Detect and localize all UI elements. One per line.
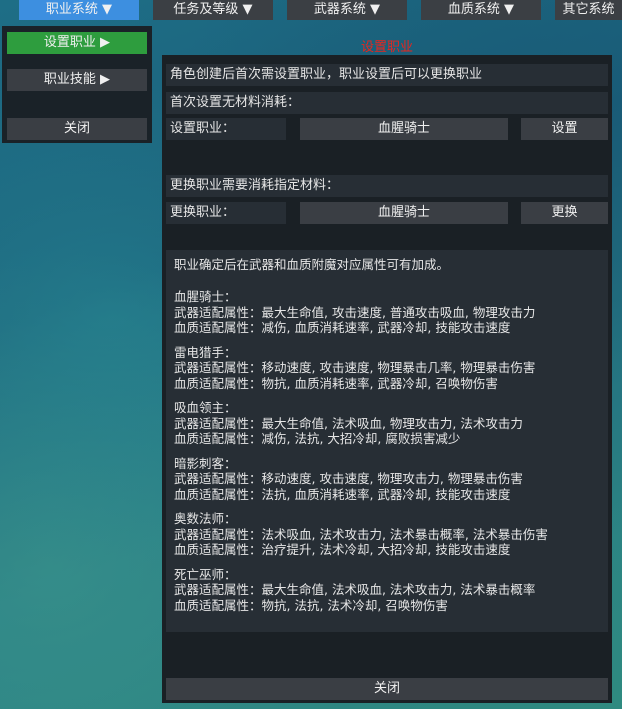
set-career-select[interactable]: 血腥骑士 <box>300 118 508 140</box>
class-weapon-attrs: 武器适配属性：最大生命值, 法术吸血, 物理攻击力, 法术攻击力 <box>174 415 523 431</box>
menu-other-system[interactable]: 其它系统 <box>555 0 622 20</box>
career-dropdown-menu: 设置职业 ▶ 职业技能 ▶ 关闭 <box>2 26 152 143</box>
first-set-note: 首次设置无材料消耗： <box>166 92 608 114</box>
set-career-panel: 角色创建后首次需设置职业，职业设置后可以更换职业 首次设置无材料消耗： 设置职业… <box>162 55 612 703</box>
change-career-select[interactable]: 血腥骑士 <box>300 202 508 224</box>
class-name: 死亡巫师： <box>174 566 237 582</box>
menu-quest-level[interactable]: 任务及等级 ▼ <box>153 0 273 20</box>
class-name: 血腥骑士： <box>174 289 237 304</box>
change-career-label: 更换职业： <box>166 202 286 224</box>
change-career-note: 更换职业需要消耗指定材料： <box>166 175 608 197</box>
class-blood-attrs: 血质适配属性：减伤, 法抗, 大招冷却, 腐败损害减少 <box>174 431 461 446</box>
class-entry: 吸血领主： 武器适配属性：最大生命值, 法术吸血, 物理攻击力, 法术攻击力 血… <box>174 400 600 447</box>
class-weapon-attrs: 武器适配属性：最大生命值, 法术吸血, 法术攻击力, 法术暴击概率 <box>174 582 536 597</box>
class-name: 暗影刺客： <box>174 455 237 471</box>
close-menu-button[interactable]: 关闭 <box>7 118 147 140</box>
class-blood-attrs: 血质适配属性：治疗提升, 法术冷却, 大招冷却, 技能攻击速度 <box>174 542 511 557</box>
class-name: 奥数法师： <box>174 511 237 526</box>
class-name: 雷电猎手： <box>174 344 237 360</box>
class-blood-attrs: 血质适配属性：减伤, 血质消耗速率, 武器冷却, 技能攻击速度 <box>174 320 511 335</box>
menu-blood-system[interactable]: 血质系统 ▼ <box>421 0 541 20</box>
career-skill-menu-item[interactable]: 职业技能 ▶ <box>7 69 147 91</box>
top-menu-bar: 职业系统 ▼ 任务及等级 ▼ 武器系统 ▼ 血质系统 ▼ 其它系统 <box>0 0 622 20</box>
class-blood-attrs: 血质适配属性：物抗, 血质消耗速率, 武器冷却, 召唤物伤害 <box>174 375 498 391</box>
class-entry: 血腥骑士： 武器适配属性：最大生命值, 攻击速度, 普通攻击吸血, 物理攻击力 … <box>174 289 600 336</box>
class-weapon-attrs: 武器适配属性：法术吸血, 法术攻击力, 法术暴击概率, 法术暴击伤害 <box>174 526 548 542</box>
class-weapon-attrs: 武器适配属性：移动速度, 攻击速度, 物理暴击几率, 物理暴击伤害 <box>174 360 536 375</box>
class-weapon-attrs: 武器适配属性：最大生命值, 攻击速度, 普通攻击吸血, 物理攻击力 <box>174 304 536 320</box>
menu-career-system[interactable]: 职业系统 ▼ <box>19 0 139 20</box>
set-button[interactable]: 设置 <box>521 118 608 140</box>
class-entry: 奥数法师： 武器适配属性：法术吸血, 法术攻击力, 法术暴击概率, 法术暴击伤害… <box>174 511 600 558</box>
class-entry: 死亡巫师： 武器适配属性：最大生命值, 法术吸血, 法术攻击力, 法术暴击概率 … <box>174 567 600 614</box>
info-intro: 职业确定后在武器和血质附魔对应属性可有加成。 <box>174 257 450 272</box>
panel-close-button[interactable]: 关闭 <box>166 678 608 700</box>
class-weapon-attrs: 武器适配属性：移动速度, 攻击速度, 物理攻击力, 物理暴击伤害 <box>174 471 523 486</box>
class-name: 吸血领主： <box>174 400 237 415</box>
description-text: 角色创建后首次需设置职业，职业设置后可以更换职业 <box>166 64 608 86</box>
set-career-label: 设置职业： <box>166 118 286 140</box>
career-info-box: 职业确定后在武器和血质附魔对应属性可有加成。 血腥骑士： 武器适配属性：最大生命… <box>166 250 608 632</box>
panel-title: 设置职业 <box>360 40 413 55</box>
class-blood-attrs: 血质适配属性：法抗, 血质消耗速率, 武器冷却, 技能攻击速度 <box>174 486 511 502</box>
change-button[interactable]: 更换 <box>521 202 608 224</box>
class-entry: 雷电猎手： 武器适配属性：移动速度, 攻击速度, 物理暴击几率, 物理暴击伤害 … <box>174 345 600 392</box>
class-blood-attrs: 血质适配属性：物抗, 法抗, 法术冷却, 召唤物伤害 <box>174 597 448 613</box>
class-entry: 暗影刺客： 武器适配属性：移动速度, 攻击速度, 物理攻击力, 物理暴击伤害 血… <box>174 456 600 503</box>
set-career-menu-item[interactable]: 设置职业 ▶ <box>7 32 147 54</box>
menu-weapon-system[interactable]: 武器系统 ▼ <box>287 0 407 20</box>
